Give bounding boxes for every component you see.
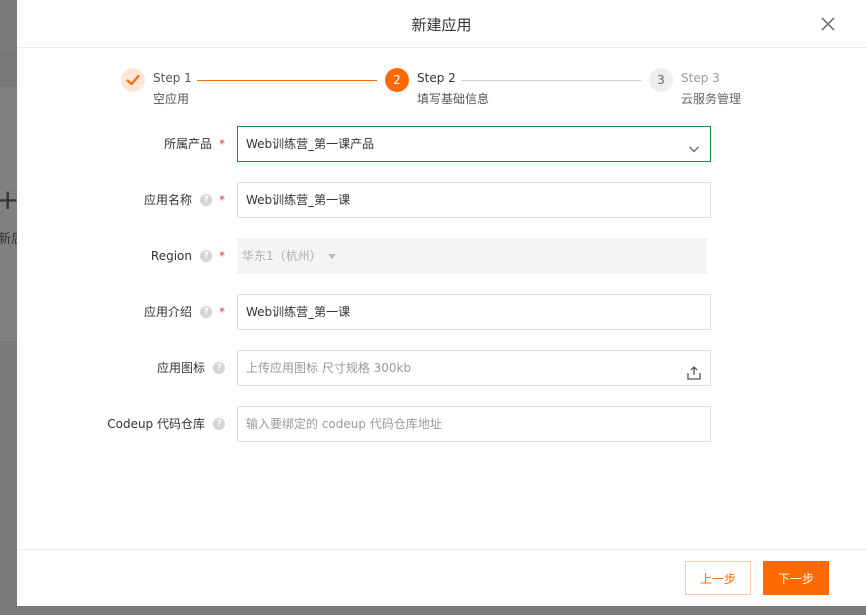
check-icon	[121, 68, 145, 92]
prev-button[interactable]: 上一步	[685, 561, 751, 595]
upload-icon[interactable]	[686, 360, 702, 380]
close-icon[interactable]	[818, 14, 838, 34]
step-connector-1	[197, 80, 377, 81]
help-icon[interactable]: ?	[200, 194, 212, 206]
product-select-value: Web训练营_第一课产品	[246, 137, 375, 151]
step-connector-2	[461, 80, 641, 81]
modal-header: 新建应用	[17, 0, 866, 48]
next-button[interactable]: 下一步	[763, 561, 829, 595]
app-icon-upload[interactable]: 上传应用图标 尺寸规格 300kb	[237, 350, 711, 386]
help-icon[interactable]: ?	[213, 418, 225, 430]
chevron-down-icon	[686, 136, 702, 153]
modal-footer: 上一步 下一步	[17, 549, 866, 607]
required-mark: *	[219, 249, 225, 263]
step-2-number: 2	[385, 68, 409, 92]
form-row-codeup: Codeup 代码仓库 ? 输入要绑定的 codeup 代码仓库地址	[17, 406, 866, 442]
app-intro-label-wrap: 应用介绍 ? *	[144, 294, 225, 330]
form-row-app-intro: 应用介绍 ? * Web训练营_第一课	[17, 294, 866, 330]
step-1-title: Step 1	[153, 71, 192, 85]
help-icon[interactable]: ?	[213, 362, 225, 374]
caret-down-icon	[328, 254, 336, 259]
step-2-desc: 填写基础信息	[417, 92, 490, 106]
step-3-number: 3	[649, 68, 673, 92]
required-mark: *	[219, 193, 225, 207]
region-select[interactable]: 华东1（杭州）	[237, 238, 707, 274]
app-icon-label: 应用图标	[156, 361, 205, 375]
region-select-value: 华东1（杭州）	[242, 249, 322, 263]
product-select[interactable]: Web训练营_第一课产品	[237, 126, 711, 162]
app-icon-placeholder: 上传应用图标 尺寸规格 300kb	[246, 361, 412, 375]
help-icon[interactable]: ?	[200, 306, 212, 318]
app-name-label-wrap: 应用名称 ? *	[144, 182, 225, 218]
codeup-label-wrap: Codeup 代码仓库 ?	[107, 406, 225, 442]
required-mark: *	[219, 137, 225, 151]
form-row-app-name: 应用名称 ? * Web训练营_第一课	[17, 182, 866, 218]
app-intro-label: 应用介绍	[143, 305, 192, 319]
form-row-app-icon: 应用图标 ? 上传应用图标 尺寸规格 300kb	[17, 350, 866, 386]
step-3-desc: 云服务管理	[681, 92, 742, 106]
create-app-modal: 新建应用 Step 1 空应用 2 Step 2 填写基础信息 3 Step 3…	[17, 0, 866, 606]
codeup-input[interactable]: 输入要绑定的 codeup 代码仓库地址	[237, 406, 711, 442]
app-name-label: 应用名称	[143, 193, 192, 207]
app-icon-label-wrap: 应用图标 ?	[157, 350, 225, 386]
app-intro-input[interactable]: Web训练营_第一课	[237, 294, 711, 330]
form-row-region: Region ? * 华东1（杭州）	[17, 238, 866, 274]
step-2-title: Step 2	[417, 71, 456, 85]
form-row-product: 所属产品 * Web训练营_第一课产品	[17, 126, 866, 162]
product-label-wrap: 所属产品 *	[164, 126, 225, 162]
step-3-title: Step 3	[681, 71, 720, 85]
codeup-label: Codeup 代码仓库	[107, 417, 205, 431]
app-name-input[interactable]: Web训练营_第一课	[237, 182, 711, 218]
required-mark: *	[219, 305, 225, 319]
region-label-wrap: Region ? *	[151, 238, 225, 274]
step-1-desc: 空应用	[153, 92, 190, 106]
region-label: Region	[150, 249, 192, 263]
help-icon[interactable]: ?	[200, 250, 212, 262]
modal-title: 新建应用	[411, 16, 472, 34]
product-label: 所属产品	[163, 137, 212, 151]
